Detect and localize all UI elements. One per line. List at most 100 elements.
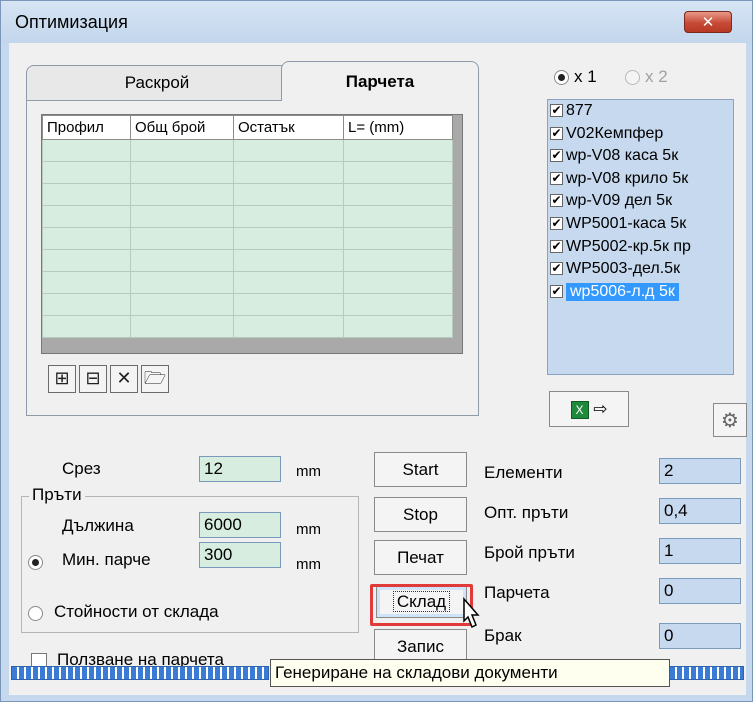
column-header-total-count[interactable]: Общ брой [130, 115, 234, 140]
list-item[interactable]: ✔ wp-V09 дел 5к [548, 190, 733, 213]
table-cell[interactable] [343, 315, 453, 338]
profile-checkbox[interactable]: ✔ [550, 104, 563, 117]
start-button[interactable]: Start [374, 452, 467, 487]
table-cell[interactable] [233, 315, 344, 338]
table-cell[interactable] [233, 205, 344, 228]
pieces-grid[interactable]: Профил Общ брой Остатък L= (mm) [41, 114, 463, 354]
profile-checkbox[interactable]: ✔ [550, 171, 563, 185]
table-row[interactable] [42, 249, 453, 272]
table-row[interactable] [42, 227, 453, 250]
min-piece-input[interactable]: 300 [199, 542, 281, 568]
table-cell[interactable] [130, 227, 234, 250]
profiles-list[interactable]: ✔ 877 ✔ V02Кемпфер ✔ wp-V08 каса 5к ✔ wp-V08 кр… [547, 99, 734, 375]
table-cell[interactable] [130, 161, 234, 184]
list-item[interactable]: ✔ V02Кемпфер [548, 123, 733, 146]
print-button[interactable]: Печат [374, 540, 467, 575]
table-cell[interactable] [42, 161, 131, 184]
table-cell[interactable] [42, 139, 131, 162]
profile-checkbox[interactable]: ✔ [550, 126, 563, 140]
export-button[interactable]: X ⇨ [549, 391, 629, 427]
table-cell[interactable] [130, 183, 234, 206]
tab-razkroy[interactable]: Раскрой [26, 65, 288, 101]
table-cell[interactable] [42, 183, 131, 206]
list-item[interactable]: ✔ WP5002-кр.5к пр [548, 236, 733, 259]
table-row[interactable] [42, 205, 453, 228]
column-header-profile[interactable]: Профил [42, 115, 131, 140]
profile-checkbox[interactable]: ✔ [550, 262, 563, 276]
table-cell[interactable] [233, 293, 344, 316]
table-cell[interactable] [343, 227, 453, 250]
close-button[interactable]: ✕ [684, 11, 732, 33]
close-icon: ✕ [701, 13, 715, 31]
tab-panel-parcheta: Профил Общ брой Остатък L= (mm) ⊞ ⊟ ✕ 🗁 [26, 100, 479, 416]
cut-input[interactable]: 12 [199, 456, 281, 482]
table-cell[interactable] [130, 315, 234, 338]
insert-row-icon[interactable]: ⊞ [48, 365, 76, 393]
table-cell[interactable] [42, 227, 131, 250]
table-row[interactable] [42, 271, 453, 294]
radio-x1[interactable] [554, 70, 569, 85]
table-cell[interactable] [130, 293, 234, 316]
table-cell[interactable] [42, 293, 131, 316]
table-cell[interactable] [233, 249, 344, 272]
profile-checkbox[interactable]: ✔ [550, 216, 563, 230]
profile-checkbox[interactable]: ✔ [550, 239, 563, 253]
tab-parcheta[interactable]: Парчета [281, 61, 479, 101]
insert-row-alt-icon[interactable]: ⊟ [79, 365, 107, 393]
table-cell[interactable] [233, 227, 344, 250]
min-piece-label: Мин. парче [62, 550, 151, 569]
table-cell[interactable] [343, 161, 453, 184]
mouse-cursor-icon [463, 597, 480, 629]
profile-label: wp5006-л.д 5к [566, 282, 679, 301]
list-item[interactable]: ✔ wp-V08 крило 5к [548, 168, 733, 191]
radio-length-mode[interactable] [28, 555, 43, 570]
profile-checkbox[interactable]: ✔ [550, 194, 563, 208]
table-cell[interactable] [343, 271, 453, 294]
min-piece-unit: mm [296, 556, 321, 573]
stat-label-opt-bars: Опт. пръти [484, 503, 569, 522]
table-cell[interactable] [343, 293, 453, 316]
radio-x2[interactable] [625, 70, 640, 85]
radio-x1-label: x 1 [574, 67, 597, 86]
list-item[interactable]: ✔ wp-V08 каса 5к [548, 145, 733, 168]
radio-from-stock[interactable] [28, 606, 43, 621]
open-folder-icon[interactable]: 🗁 [141, 365, 169, 393]
list-item[interactable]: ✔ 877 [548, 100, 733, 123]
table-cell[interactable] [42, 315, 131, 338]
profile-checkbox[interactable]: ✔ [550, 284, 563, 298]
table-row[interactable] [42, 139, 453, 162]
table-cell[interactable] [343, 183, 453, 206]
table-row[interactable] [42, 293, 453, 316]
table-cell[interactable] [233, 161, 344, 184]
column-header-length[interactable]: L= (mm) [343, 115, 453, 140]
table-row[interactable] [42, 183, 453, 206]
table-cell[interactable] [343, 205, 453, 228]
stop-button[interactable]: Stop [374, 497, 467, 532]
column-header-remainder[interactable]: Остатък [233, 115, 344, 140]
table-cell[interactable] [42, 249, 131, 272]
length-input[interactable]: 6000 [199, 512, 281, 538]
title-bar[interactable]: Оптимизация ✕ [1, 1, 752, 43]
table-cell[interactable] [233, 271, 344, 294]
profile-checkbox[interactable]: ✔ [550, 149, 563, 163]
table-cell[interactable] [233, 139, 344, 162]
profile-label: wp-V09 дел 5к [566, 192, 673, 210]
gear-icon[interactable]: ⚙ [713, 403, 747, 437]
table-cell[interactable] [42, 205, 131, 228]
table-cell[interactable] [130, 205, 234, 228]
list-item[interactable]: ✔ WP5001-каса 5к [548, 213, 733, 236]
table-cell[interactable] [130, 139, 234, 162]
delete-icon[interactable]: ✕ [110, 365, 138, 393]
table-cell[interactable] [343, 249, 453, 272]
table-cell[interactable] [42, 271, 131, 294]
table-cell[interactable] [130, 271, 234, 294]
stat-label-bar-count: Брой пръти [484, 543, 575, 562]
list-item[interactable]: ✔ wp5006-л.д 5к [548, 281, 733, 304]
cut-unit: mm [296, 463, 321, 480]
table-row[interactable] [42, 161, 453, 184]
table-row[interactable] [42, 315, 453, 338]
table-cell[interactable] [130, 249, 234, 272]
table-cell[interactable] [343, 139, 453, 162]
list-item[interactable]: ✔ WP5003-дел.5к [548, 258, 733, 281]
table-cell[interactable] [233, 183, 344, 206]
